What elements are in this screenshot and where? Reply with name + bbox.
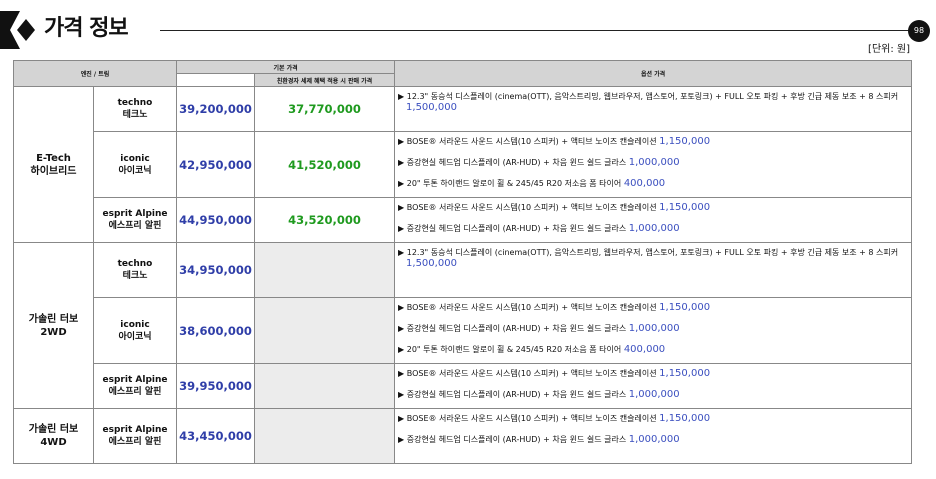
- option-item: ▶ BOSE® 서라운드 사운드 시스템(10 스피커) + 액티브 노이즈 캔…: [398, 368, 911, 379]
- option-text: ▶ 증강현실 헤드업 디스플레이 (AR-HUD) + 차음 윈드 쉴드 글라스: [398, 224, 629, 233]
- header-eco-price: 친환경자 세제 혜택 적용 시 판매 가격: [254, 73, 396, 87]
- trim-cell: esprit Alpine 에스프리 알핀: [92, 408, 178, 464]
- option-price: 1,500,000: [406, 102, 457, 113]
- table-row: E-Tech 하이브리드 techno 테크노 39,200,000 37,770,000…: [13, 86, 913, 243]
- option-item: ▶ 증강현실 헤드업 디스플레이 (AR-HUD) + 차음 윈드 쉴드 글라스…: [398, 389, 911, 400]
- trim-cell: iconic 아이코닉: [92, 297, 178, 364]
- eco-price-cell: [254, 242, 396, 298]
- base-price-cell: 39,200,000: [176, 86, 256, 132]
- option-text: ▶ 증강현실 헤드업 디스플레이 (AR-HUD) + 차음 윈드 쉴드 글라스: [398, 158, 629, 167]
- option-text: ▶ 증강현실 헤드업 디스플레이 (AR-HUD) + 차음 윈드 쉴드 글라스: [398, 324, 629, 333]
- options-cell: ▶ BOSE® 서라운드 사운드 시스템(10 스피커) + 액티브 노이즈 캔…: [394, 297, 913, 364]
- trim-cell: esprit Alpine 에스프리 알핀: [92, 363, 178, 409]
- base-price-cell: 42,950,000: [176, 131, 256, 198]
- option-price: 1,000,000: [628, 323, 680, 334]
- option-item: ▶ 20" 투톤 하이랜드 알로이 휠 & 245/45 R20 저소음 폼 타…: [398, 344, 911, 355]
- eco-price-cell: 37,770,000: [254, 86, 396, 132]
- engine-cell: 가솔린 터보 2WD: [13, 242, 94, 409]
- trim-cell: esprit Alpine 에스프리 알핀: [92, 197, 178, 243]
- option-text: ▶ BOSE® 서라운드 사운드 시스템(10 스피커) + 액티브 노이즈 캔…: [398, 137, 660, 146]
- option-price: 1,150,000: [659, 413, 711, 424]
- unit-note: [단위: 원]: [868, 44, 910, 55]
- options-cell: ▶ BOSE® 서라운드 사운드 시스템(10 스피커) + 액티브 노이즈 캔…: [394, 131, 913, 198]
- header-base-price: 기본 가격: [176, 60, 396, 74]
- engine-cell: E-Tech 하이브리드: [13, 86, 94, 243]
- option-item: ▶ BOSE® 서라운드 사운드 시스템(10 스피커) + 액티브 노이즈 캔…: [398, 202, 911, 213]
- option-text: ▶ 12.3" 동승석 디스플레이 (cinema(OTT), 음악스트리밍, …: [398, 248, 899, 257]
- price-table: 엔진 / 트림 기본 가격 옵션 가격 친환경자 세제 혜택 적용 시 판매 가…: [12, 60, 913, 464]
- header-options: 옵션 가격: [394, 60, 913, 87]
- eco-price-cell: [254, 408, 396, 464]
- base-price-cell: 38,600,000: [176, 297, 256, 364]
- page-number-badge: 98: [908, 20, 930, 42]
- option-price: 1,000,000: [628, 157, 680, 168]
- option-item: ▶ 12.3" 동승석 디스플레이 (cinema(OTT), 음악스트리밍, …: [398, 91, 911, 114]
- option-price: 400,000: [623, 344, 666, 355]
- eco-price-cell: [254, 363, 396, 409]
- options-cell: ▶ BOSE® 서라운드 사운드 시스템(10 스피커) + 액티브 노이즈 캔…: [394, 408, 913, 464]
- option-item: ▶ 증강현실 헤드업 디스플레이 (AR-HUD) + 차음 윈드 쉴드 글라스…: [398, 157, 911, 168]
- base-price-cell: 44,950,000: [176, 197, 256, 243]
- page-title: 가격 정보: [44, 16, 129, 41]
- header-engine-trim: 엔진 / 트림: [12, 60, 178, 87]
- option-price: 1,150,000: [659, 302, 711, 313]
- table-row: 가솔린 터보 4WD esprit Alpine 에스프리 알핀 43,450,000 ▶…: [13, 408, 913, 464]
- option-price: 1,150,000: [659, 136, 711, 147]
- option-text: ▶ 증강현실 헤드업 디스플레이 (AR-HUD) + 차음 윈드 쉴드 글라스: [398, 435, 629, 444]
- option-item: ▶ 12.3" 동승석 디스플레이 (cinema(OTT), 음악스트리밍, …: [398, 247, 911, 270]
- trim-cell: iconic 아이코닉: [92, 131, 178, 198]
- option-text: ▶ 12.3" 동승석 디스플레이 (cinema(OTT), 음악스트리밍, …: [398, 92, 899, 101]
- option-item: ▶ 20" 투톤 하이랜드 알로이 휠 & 245/45 R20 저소음 폼 타…: [398, 178, 911, 189]
- option-item: ▶ BOSE® 서라운드 사운드 시스템(10 스피커) + 액티브 노이즈 캔…: [398, 302, 911, 313]
- option-item: ▶ 증강현실 헤드업 디스플레이 (AR-HUD) + 차음 윈드 쉴드 글라스…: [398, 323, 911, 334]
- table-row: iconic 아이코닉 42,950,000 41,520,000 ▶ BOSE® 서라…: [14, 131, 913, 198]
- option-text: ▶ BOSE® 서라운드 사운드 시스템(10 스피커) + 액티브 노이즈 캔…: [398, 203, 660, 212]
- option-text: ▶ 증강현실 헤드업 디스플레이 (AR-HUD) + 차음 윈드 쉴드 글라스: [398, 390, 629, 399]
- engine-cell: 가솔린 터보 4WD: [13, 408, 94, 464]
- options-cell: ▶ 12.3" 동승석 디스플레이 (cinema(OTT), 음악스트리밍, …: [394, 86, 913, 132]
- eco-price-cell: 41,520,000: [254, 131, 396, 198]
- option-price: 1,150,000: [659, 202, 711, 213]
- options-cell: ▶ BOSE® 서라운드 사운드 시스템(10 스피커) + 액티브 노이즈 캔…: [394, 197, 913, 243]
- option-text: ▶ 20" 투톤 하이랜드 알로이 휠 & 245/45 R20 저소음 폼 타…: [398, 179, 624, 188]
- option-price: 1,000,000: [628, 434, 680, 445]
- trim-cell: techno 테크노: [92, 86, 178, 132]
- option-text: ▶ 20" 투톤 하이랜드 알로이 휠 & 245/45 R20 저소음 폼 타…: [398, 345, 624, 354]
- eco-price-cell: 43,520,000: [254, 197, 396, 243]
- trim-cell: techno 테크노: [92, 242, 178, 298]
- price-table-body: E-Tech 하이브리드 techno 테크노 39,200,000 37,770,000…: [13, 86, 913, 464]
- option-price: 1,000,000: [628, 223, 680, 234]
- title-divider: [160, 30, 912, 31]
- brand-logo-icon: [0, 11, 35, 49]
- base-price-cell: 39,950,000: [176, 363, 256, 409]
- option-price: 1,500,000: [406, 258, 457, 269]
- option-item: ▶ 증강현실 헤드업 디스플레이 (AR-HUD) + 차음 윈드 쉴드 글라스…: [398, 434, 911, 445]
- table-row: iconic 아이코닉 38,600,000 ▶ BOSE® 서라운드 사운드 시스템…: [14, 297, 913, 364]
- base-price-cell: 34,950,000: [176, 242, 256, 298]
- price-info-page: 가격 정보 98 [단위: 원] 엔진 / 트림 기본 가격 옵션 가격 친환경…: [0, 0, 936, 479]
- options-cell: ▶ BOSE® 서라운드 사운드 시스템(10 스피커) + 액티브 노이즈 캔…: [394, 363, 913, 409]
- eco-price-cell: [254, 297, 396, 364]
- option-text: ▶ BOSE® 서라운드 사운드 시스템(10 스피커) + 액티브 노이즈 캔…: [398, 369, 660, 378]
- option-price: 400,000: [623, 178, 666, 189]
- table-row: esprit Alpine 에스프리 알핀 44,950,000 43,520,000…: [14, 197, 913, 243]
- option-item: ▶ BOSE® 서라운드 사운드 시스템(10 스피커) + 액티브 노이즈 캔…: [398, 136, 911, 147]
- options-cell: ▶ 12.3" 동승석 디스플레이 (cinema(OTT), 음악스트리밍, …: [394, 242, 913, 298]
- option-text: ▶ BOSE® 서라운드 사운드 시스템(10 스피커) + 액티브 노이즈 캔…: [398, 414, 660, 423]
- option-item: ▶ BOSE® 서라운드 사운드 시스템(10 스피커) + 액티브 노이즈 캔…: [398, 413, 911, 424]
- option-price: 1,000,000: [628, 389, 680, 400]
- option-item: ▶ 증강현실 헤드업 디스플레이 (AR-HUD) + 차음 윈드 쉴드 글라스…: [398, 223, 911, 234]
- table-row: 가솔린 터보 2WD techno 테크노 34,950,000 ▶ 12.3" 동승석 …: [13, 242, 913, 409]
- option-text: ▶ BOSE® 서라운드 사운드 시스템(10 스피커) + 액티브 노이즈 캔…: [398, 303, 660, 312]
- base-price-cell: 43,450,000: [176, 408, 256, 464]
- table-row: esprit Alpine 에스프리 알핀 39,950,000 ▶ BOSE® 서라…: [14, 363, 913, 409]
- option-price: 1,150,000: [659, 368, 711, 379]
